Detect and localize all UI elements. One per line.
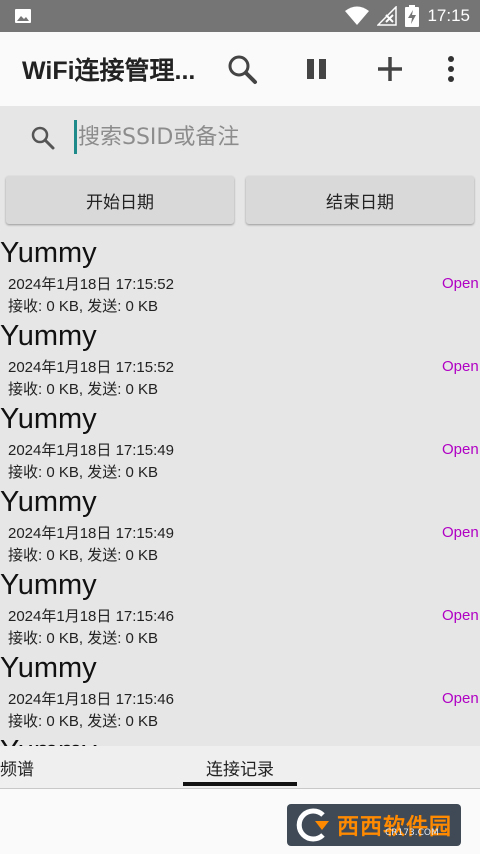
record-ssid: Yummy — [0, 237, 97, 269]
cellular-no-signal-icon — [377, 6, 398, 26]
watermark-subtext: CR173.COM — [385, 828, 439, 838]
connection-record-list[interactable]: Yummy 2024年1月18日 17:15:52 接收: 0 KB, 发送: … — [0, 235, 480, 746]
list-item[interactable]: Yummy 2024年1月18日 17:15:46 接收: 0 KB, 发送: … — [0, 650, 480, 733]
tab-spectrum[interactable]: 频谱 — [0, 746, 34, 788]
record-traffic: 接收: 0 KB, 发送: 0 KB — [8, 381, 159, 398]
record-ssid: Yummy — [0, 320, 97, 352]
search-input[interactable] — [76, 119, 458, 155]
watermark-logo: 西西软件园 CR173.COM — [287, 804, 461, 846]
main-content: 开始日期 结束日期 Yummy 2024年1月18日 17:15:52 接收: … — [0, 106, 480, 746]
record-traffic: 接收: 0 KB, 发送: 0 KB — [8, 547, 159, 564]
status-time: 17:15 — [427, 6, 470, 25]
status-bar: 17:15 — [0, 0, 480, 32]
record-time: 2024年1月18日 17:15:46 — [8, 691, 174, 708]
record-ssid: Yummy — [0, 486, 97, 518]
app-bar: WiFi连接管理... — [0, 32, 480, 106]
list-item[interactable]: Yummy — [0, 733, 480, 746]
record-time: 2024年1月18日 17:15:49 — [8, 442, 174, 459]
list-item[interactable]: Yummy 2024年1月18日 17:15:46 接收: 0 KB, 发送: … — [0, 567, 480, 650]
record-security: Open — [442, 275, 479, 292]
record-traffic: 接收: 0 KB, 发送: 0 KB — [8, 713, 159, 730]
wifi-signal-icon — [345, 6, 370, 25]
record-traffic: 接收: 0 KB, 发送: 0 KB — [8, 464, 159, 481]
watermark-emblem-icon — [296, 808, 329, 842]
record-security: Open — [442, 690, 479, 707]
record-security: Open — [442, 524, 479, 541]
list-item[interactable]: Yummy 2024年1月18日 17:15:49 接收: 0 KB, 发送: … — [0, 484, 480, 567]
search-bar — [0, 106, 480, 170]
record-time: 2024年1月18日 17:15:49 — [8, 525, 174, 542]
battery-charging-icon — [405, 5, 420, 27]
image-notification-icon — [15, 9, 31, 23]
record-ssid: Yummy — [0, 652, 97, 684]
more-vert-icon[interactable] — [433, 51, 469, 87]
end-date-button[interactable]: 结束日期 — [246, 176, 474, 224]
list-item[interactable]: Yummy 2024年1月18日 17:15:52 接收: 0 KB, 发送: … — [0, 318, 480, 401]
record-time: 2024年1月18日 17:15:52 — [8, 359, 174, 376]
record-traffic: 接收: 0 KB, 发送: 0 KB — [8, 630, 159, 647]
record-ssid: Yummy — [0, 403, 97, 435]
record-time: 2024年1月18日 17:15:46 — [8, 608, 174, 625]
start-date-button[interactable]: 开始日期 — [6, 176, 234, 224]
list-item[interactable]: Yummy 2024年1月18日 17:15:49 接收: 0 KB, 发送: … — [0, 401, 480, 484]
pause-icon[interactable] — [299, 51, 335, 87]
record-ssid: Yummy — [0, 735, 97, 746]
app-title: WiFi连接管理... — [22, 57, 196, 85]
record-ssid: Yummy — [0, 569, 97, 601]
record-security: Open — [442, 607, 479, 624]
record-security: Open — [442, 358, 479, 375]
search-icon[interactable] — [224, 51, 260, 87]
record-time: 2024年1月18日 17:15:52 — [8, 276, 174, 293]
list-item[interactable]: Yummy 2024年1月18日 17:15:52 接收: 0 KB, 发送: … — [0, 235, 480, 318]
search-field-icon — [31, 126, 55, 150]
record-security: Open — [442, 441, 479, 458]
active-tab-indicator — [183, 782, 297, 786]
add-icon[interactable] — [372, 51, 408, 87]
record-traffic: 接收: 0 KB, 发送: 0 KB — [8, 298, 159, 315]
